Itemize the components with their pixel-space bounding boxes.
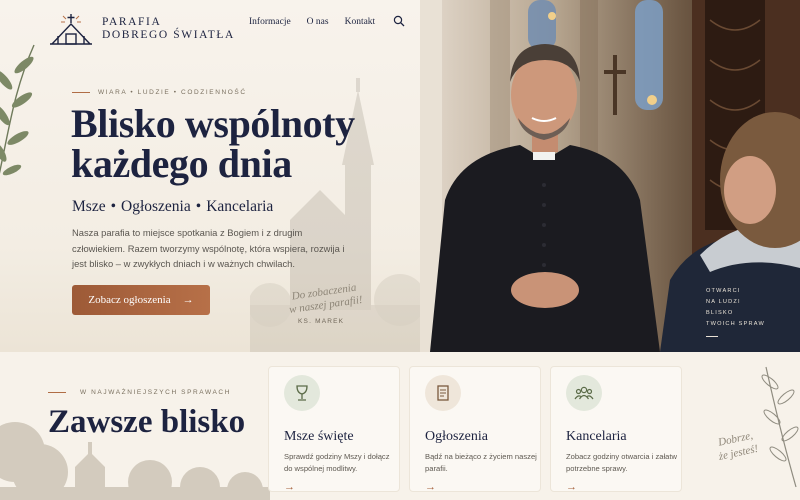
brand-line-1: PARAFIA xyxy=(102,16,162,28)
caption-rule xyxy=(706,336,718,337)
always-close-section: W NAJWAŻNIEJSZYCH SPRAWACH Zawsze blisko… xyxy=(0,352,800,500)
eyebrow-text: WIARA • LUDZIE • CODZIENNOŚĆ xyxy=(98,89,247,96)
arrow-right-icon[interactable]: → xyxy=(566,481,577,493)
see-announcements-button[interactable]: Zobacz ogłoszenia → xyxy=(72,285,210,315)
card-announcements[interactable]: Ogłoszenia Bądź na bieżąco z życiem nasz… xyxy=(409,366,541,493)
card-office[interactable]: Kancelaria Zobacz godziny otwarcia i zał… xyxy=(550,366,682,493)
hero-services: Msze • Ogłoszenia • Kancelaria xyxy=(72,198,273,216)
hero-photo: OTWARCI NA LUDZI BLISKO TWOICH SPRAW xyxy=(420,0,800,352)
services-separator: • xyxy=(195,198,202,215)
hero-left-panel: PARAFIA DOBREGO ŚWIATŁA Informacje O nas… xyxy=(0,0,420,352)
eyebrow-rule xyxy=(72,92,90,93)
search-icon[interactable] xyxy=(393,15,405,27)
hero-eyebrow: WIARA • LUDZIE • CODZIENNOŚĆ xyxy=(72,89,247,96)
leaf-decoration-icon xyxy=(761,366,799,488)
card-text: Zobacz godziny otwarcia i załatw potrzeb… xyxy=(566,452,678,473)
signature-name: KS. MAREK xyxy=(298,318,345,325)
chalice-icon xyxy=(284,375,320,411)
brand-name: PARAFIA DOBREGO ŚWIATŁA xyxy=(102,16,235,42)
card-title: Msze święte xyxy=(284,429,354,444)
card-title: Ogłoszenia xyxy=(425,429,488,444)
main-nav: Informacje O nas Kontakt xyxy=(249,17,391,27)
hero-title-line-2: każdego dnia xyxy=(71,141,292,186)
eyebrow-rule xyxy=(48,392,66,393)
cta-label: Zobacz ogłoszenia xyxy=(88,294,171,306)
logo[interactable]: PARAFIA DOBREGO ŚWIATŁA xyxy=(48,10,235,48)
card-masses[interactable]: Msze święte Sprawdź godziny Mszy i dołąc… xyxy=(268,366,400,493)
document-icon xyxy=(425,375,461,411)
services-separator: • xyxy=(110,198,117,215)
hero-title-line-1: Blisko wspólnoty xyxy=(71,101,355,146)
hero-title: Blisko wspólnoty każdego dnia xyxy=(71,104,355,184)
caption-line-1: OTWARCI xyxy=(706,288,741,294)
brand-line-2: DOBREGO ŚWIATŁA xyxy=(102,29,235,41)
service-ogloszenia: Ogłoszenia xyxy=(121,198,191,215)
section-eyebrow: W NAJWAŻNIEJSZYCH SPRAWACH xyxy=(48,389,231,396)
section-title: Zawsze blisko xyxy=(48,404,246,440)
arrow-right-icon[interactable]: → xyxy=(425,481,436,493)
caption-line-2: NA LUDZI xyxy=(706,299,741,305)
card-text: Sprawdź godziny Mszy i dołącz do wspólne… xyxy=(284,452,390,473)
caption-line-3: BLISKO xyxy=(706,310,734,316)
arrow-right-icon: → xyxy=(182,294,194,306)
church-logo-icon xyxy=(50,14,92,45)
people-icon xyxy=(566,375,602,411)
service-msze: Msze xyxy=(72,198,106,215)
nav-item-o-nas[interactable]: O nas xyxy=(307,17,329,27)
photo-caption: OTWARCI NA LUDZI BLISKO TWOICH SPRAW xyxy=(706,286,765,337)
hero-description: Nasza parafia to miejsce spotkania z Bog… xyxy=(72,227,345,269)
nav-item-kontakt[interactable]: Kontakt xyxy=(345,17,376,27)
card-text: Bądź na bieżąco z życiem naszej parafii. xyxy=(425,452,537,473)
hero-section: PARAFIA DOBREGO ŚWIATŁA Informacje O nas… xyxy=(0,0,800,352)
service-kancelaria: Kancelaria xyxy=(206,198,274,215)
caption-line-4: TWOICH SPRAW xyxy=(706,321,765,327)
card-title: Kancelaria xyxy=(566,429,627,444)
section-eyebrow-text: W NAJWAŻNIEJSZYCH SPRAWACH xyxy=(80,389,232,396)
nav-item-informacje[interactable]: Informacje xyxy=(249,17,291,27)
leaf-decoration-icon xyxy=(0,44,35,176)
arrow-right-icon[interactable]: → xyxy=(284,481,295,493)
